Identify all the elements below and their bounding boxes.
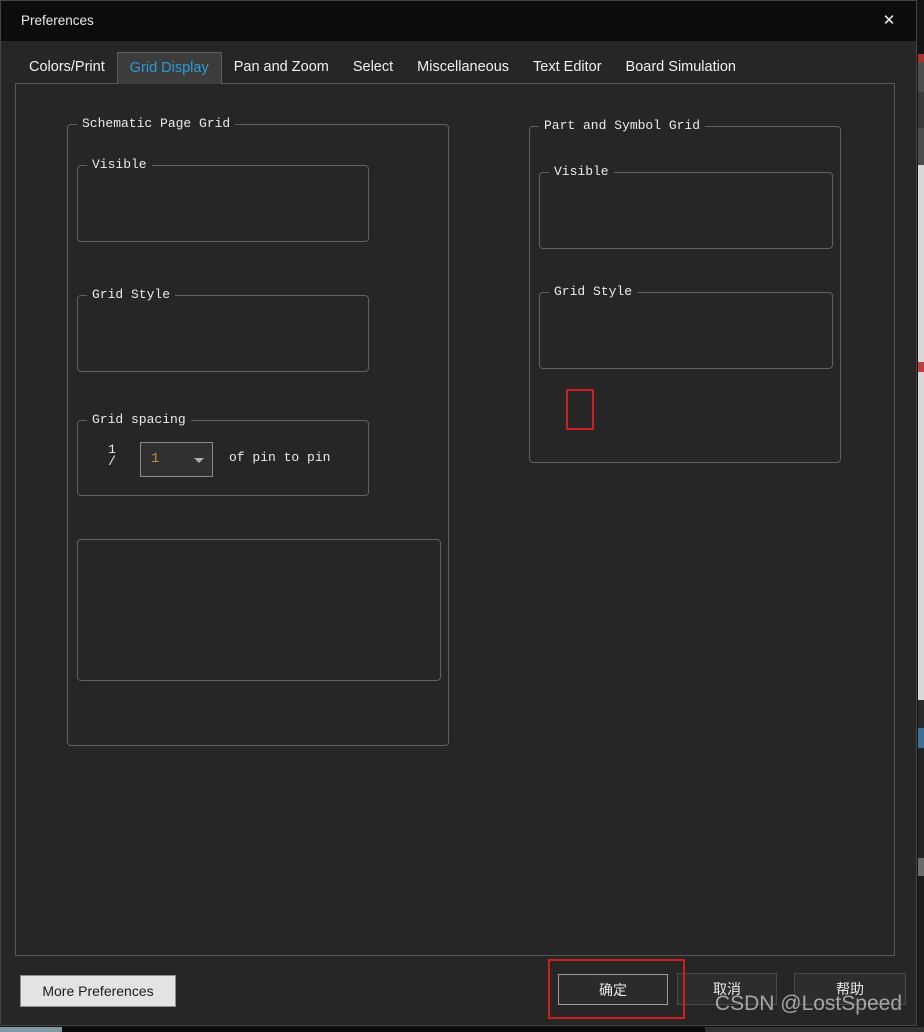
titlebar: Preferences ✕ bbox=[1, 1, 916, 41]
schematic-grid-style-title: Grid Style bbox=[87, 287, 176, 302]
grid-spacing-group: Grid spacing 1 / 1 of pin to pin bbox=[77, 412, 369, 496]
tab-colors-print[interactable]: Colors/Print bbox=[17, 52, 117, 84]
preferences-dialog: Preferences ✕ Colors/Print Grid Display … bbox=[0, 0, 917, 1026]
part-grid-style-group: Grid Style bbox=[539, 284, 833, 369]
tab-grid-display[interactable]: Grid Display bbox=[116, 52, 222, 84]
schematic-grid-style-group: Grid Style bbox=[77, 287, 369, 372]
part-grid-style-title: Grid Style bbox=[549, 284, 638, 299]
spacing-suffix: of pin to pin bbox=[229, 450, 331, 465]
spacing-slash: / bbox=[108, 454, 116, 469]
tab-board-simulation[interactable]: Board Simulation bbox=[614, 52, 748, 84]
spacing-fraction: 1 / bbox=[105, 443, 119, 469]
tab-bar: Colors/Print Grid Display Pan and Zoom S… bbox=[17, 52, 748, 84]
part-visible-title: Visible bbox=[549, 164, 614, 179]
ok-button[interactable]: 确定 bbox=[558, 974, 668, 1005]
part-symbol-grid-title: Part and Symbol Grid bbox=[539, 118, 706, 133]
chevron-down-icon bbox=[194, 458, 204, 463]
spacing-value: 1 bbox=[151, 451, 160, 467]
tab-select[interactable]: Select bbox=[341, 52, 405, 84]
part-visible-group: Visible bbox=[539, 164, 833, 249]
tab-text-editor[interactable]: Text Editor bbox=[521, 52, 614, 84]
schematic-page-grid-title: Schematic Page Grid bbox=[77, 116, 236, 131]
close-icon[interactable]: ✕ bbox=[872, 1, 906, 41]
window-title: Preferences bbox=[21, 13, 94, 28]
schematic-snap-group bbox=[77, 539, 441, 681]
more-preferences-button[interactable]: More Preferences bbox=[20, 975, 176, 1007]
watermark: CSDN @LostSpeed bbox=[714, 992, 902, 1015]
spacing-combobox[interactable]: 1 bbox=[140, 442, 213, 477]
tab-miscellaneous[interactable]: Miscellaneous bbox=[405, 52, 521, 84]
schematic-visible-group: Visible bbox=[77, 157, 369, 242]
schematic-visible-title: Visible bbox=[87, 157, 152, 172]
grid-spacing-title: Grid spacing bbox=[87, 412, 191, 427]
screen: Preferences ✕ Colors/Print Grid Display … bbox=[0, 0, 924, 1032]
tab-pan-and-zoom[interactable]: Pan and Zoom bbox=[222, 52, 341, 84]
